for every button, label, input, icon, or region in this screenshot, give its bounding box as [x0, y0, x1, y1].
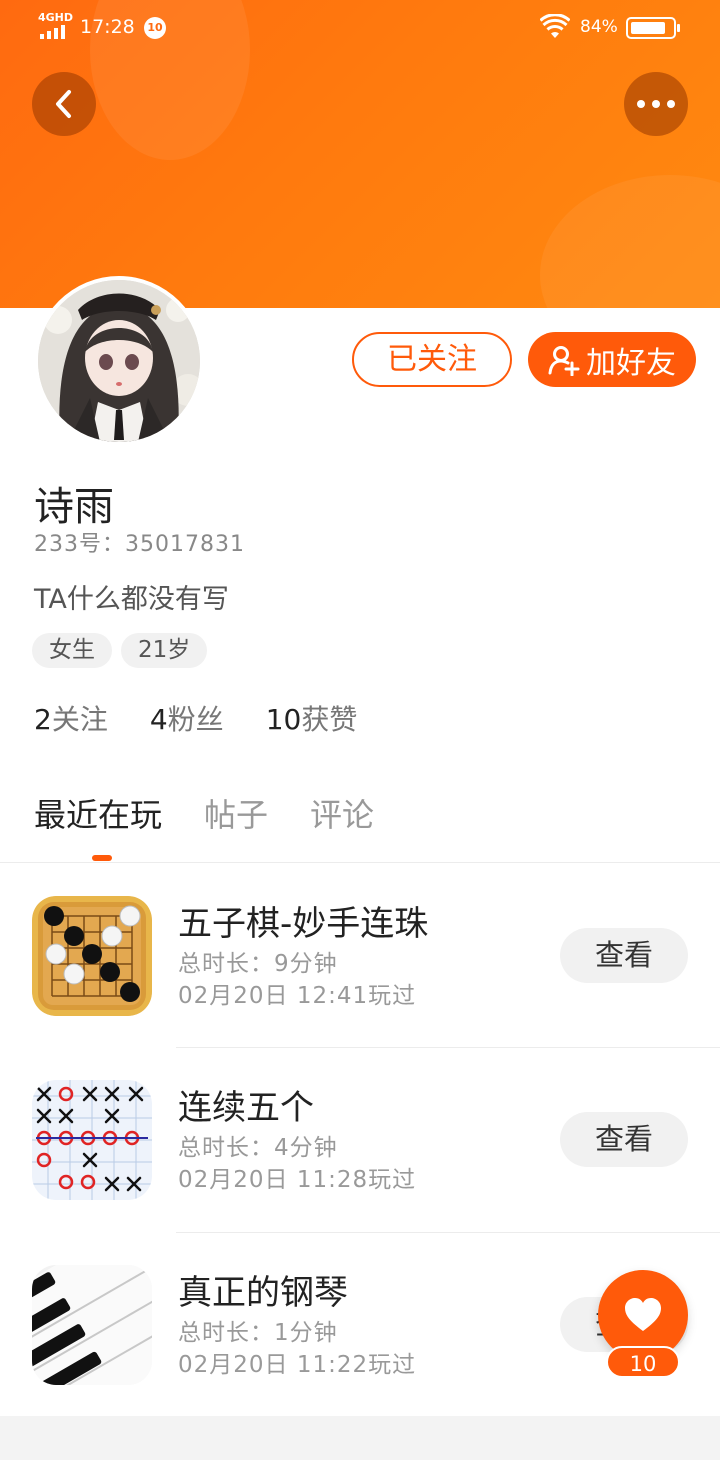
add-friend-label: 加好友 [586, 345, 676, 381]
game-duration: 总时长：9分钟 [178, 951, 338, 977]
signal-icon [40, 25, 65, 39]
network-label: 4GHD [38, 11, 74, 24]
view-button[interactable]: 查看 [560, 928, 688, 983]
status-time: 17:28 [80, 16, 135, 38]
battery-icon [626, 17, 680, 39]
stat-following[interactable]: 2关注 [34, 698, 108, 738]
add-user-icon [548, 345, 580, 376]
followed-button[interactable]: 已关注 [352, 332, 512, 387]
wifi-icon [540, 14, 570, 38]
tic-tac-toe-grid-icon [32, 1080, 152, 1200]
profile-tags: 女生 21岁 [32, 633, 208, 668]
game-played-time: 02月20日 11:28玩过 [178, 1167, 417, 1193]
profile-bio: TA什么都没有写 [34, 584, 229, 615]
more-button[interactable] [624, 72, 688, 136]
stat-likes[interactable]: 10获赞 [266, 698, 358, 738]
profile-stats: 2关注 4粉丝 10获赞 [34, 698, 357, 738]
status-bar: 4GHD 17:28 10 84% [0, 0, 720, 56]
gomoku-board-icon [32, 896, 152, 1016]
back-button[interactable] [32, 72, 96, 136]
avatar-image [38, 280, 200, 442]
profile-tabs: 最近在玩 帖子 评论 [34, 790, 374, 836]
tab-posts[interactable]: 帖子 [204, 790, 268, 836]
heart-icon [625, 1298, 661, 1331]
chevron-left-icon [56, 90, 71, 118]
notification-badge: 10 [144, 17, 166, 39]
game-title: 连续五个 [178, 1088, 314, 1128]
view-button[interactable]: 查看 [560, 1112, 688, 1167]
profile-name: 诗雨 [34, 484, 114, 530]
profile-header: 4GHD 17:28 10 84% [0, 0, 720, 310]
tab-active-indicator [92, 855, 112, 861]
like-count-badge: 10 [606, 1346, 680, 1378]
add-friend-button[interactable]: 加好友 [528, 332, 696, 387]
game-played-time: 02月20日 11:22玩过 [178, 1352, 417, 1378]
game-duration: 总时长：4分钟 [178, 1135, 338, 1161]
tab-recent-games[interactable]: 最近在玩 [34, 790, 162, 836]
profile-uid: 233号：35017831 [34, 532, 245, 557]
game-title: 五子棋-妙手连珠 [178, 904, 429, 944]
list-item[interactable]: 连续五个 总时长：4分钟 02月20日 11:28玩过 查看 [0, 1080, 720, 1265]
row-divider [176, 1047, 720, 1048]
list-item[interactable]: 五子棋-妙手连珠 总时长：9分钟 02月20日 12:41玩过 查看 [0, 896, 720, 1081]
row-divider [176, 1232, 720, 1233]
game-title: 真正的钢琴 [178, 1273, 348, 1313]
game-duration: 总时长：1分钟 [178, 1320, 338, 1346]
more-dots-icon [637, 100, 675, 108]
piano-keys-icon [32, 1265, 152, 1385]
tabs-divider [0, 862, 720, 863]
tag-age: 21岁 [121, 633, 208, 668]
game-played-time: 02月20日 12:41玩过 [178, 983, 417, 1009]
tab-comments[interactable]: 评论 [310, 790, 374, 836]
battery-percent: 84% [580, 17, 618, 37]
avatar[interactable] [34, 276, 204, 446]
tag-gender: 女生 [32, 633, 112, 668]
stat-fans[interactable]: 4粉丝 [150, 698, 224, 738]
